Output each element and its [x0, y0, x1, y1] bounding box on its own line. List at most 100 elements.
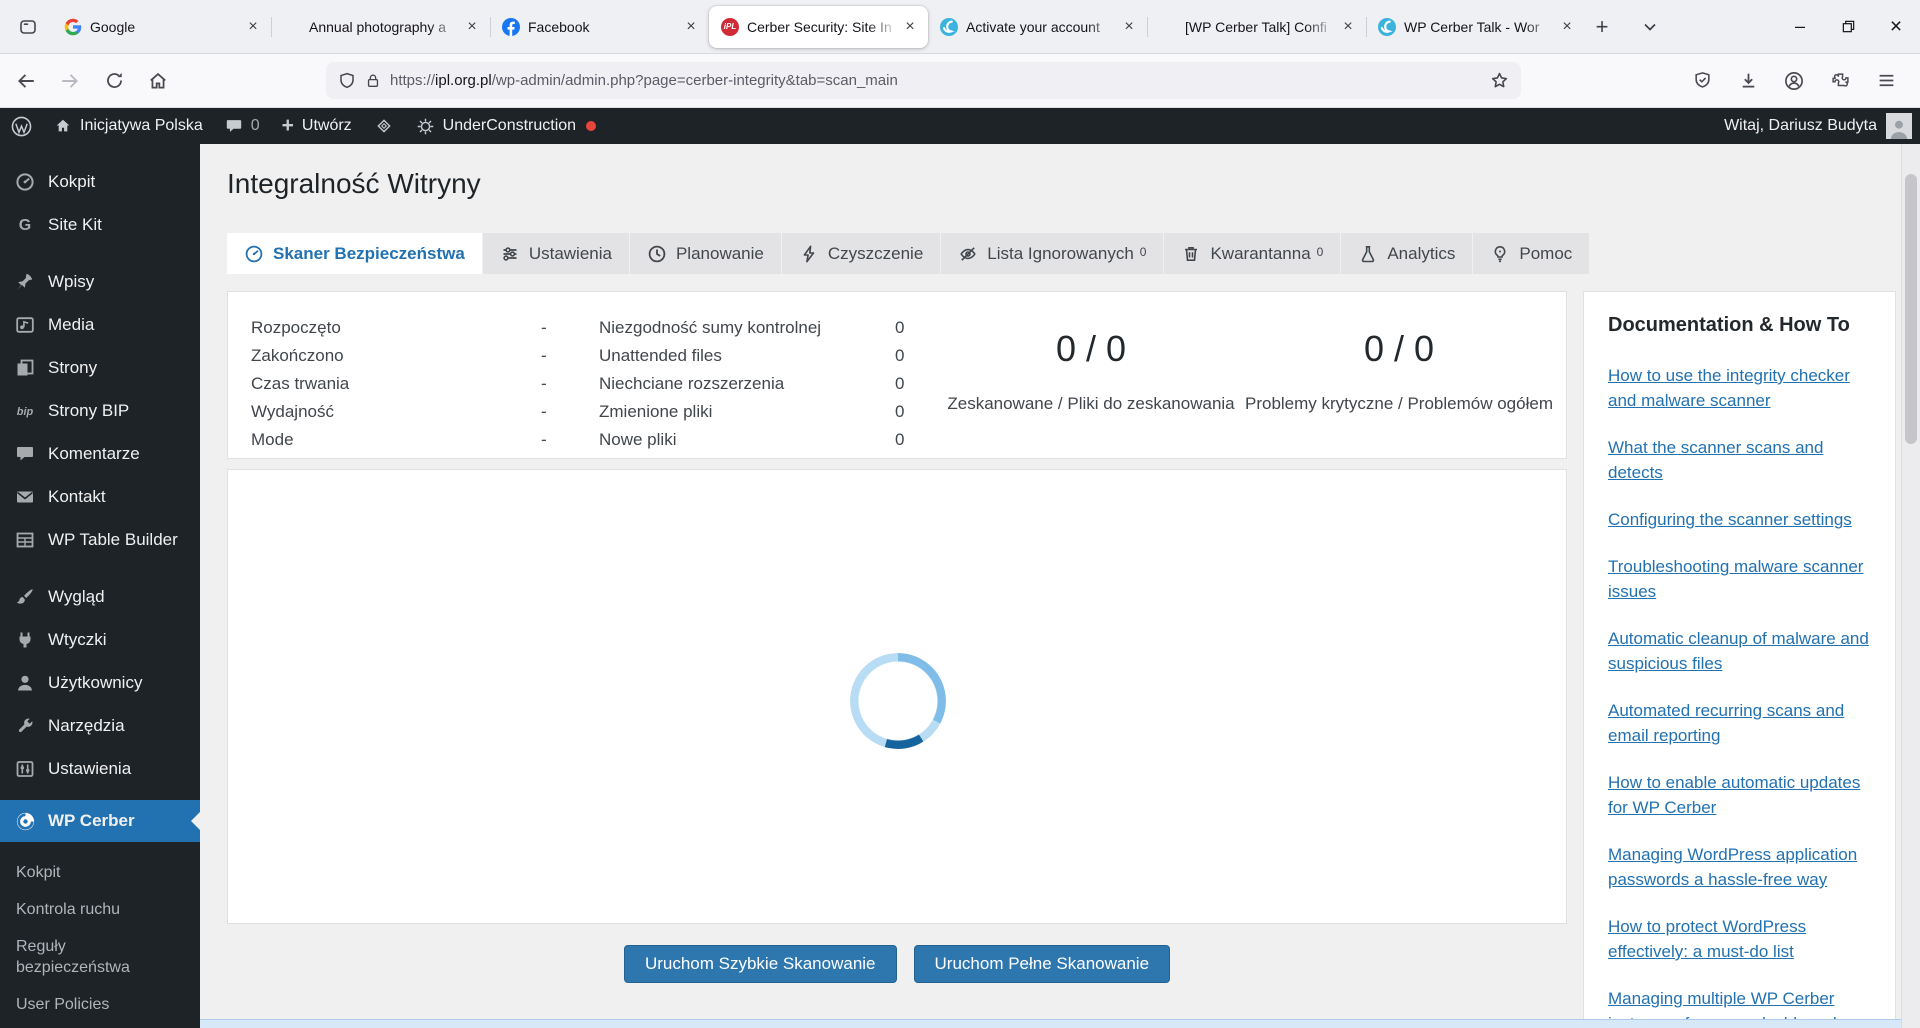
sidebar-item-kokpit[interactable]: Kokpit: [0, 160, 200, 203]
cerber-submenu-kokpit[interactable]: Kokpit: [0, 854, 200, 891]
account-icon[interactable]: [1776, 63, 1812, 99]
wp-logo-menu[interactable]: [0, 108, 43, 144]
scrollbar-thumb[interactable]: [1905, 174, 1917, 444]
tab-close-icon[interactable]: ×: [1336, 15, 1360, 39]
doc-link[interactable]: Automated recurring scans and email repo…: [1608, 698, 1871, 748]
cerber-submenu-user-policies[interactable]: User Policies: [0, 986, 200, 1023]
under-construction-menu[interactable]: UnderConstruction: [405, 108, 607, 144]
doc-link[interactable]: Automatic cleanup of malware and suspici…: [1608, 626, 1871, 676]
settings-sliders-icon: [13, 759, 37, 779]
browser-tab-google[interactable]: Google ×: [52, 6, 271, 48]
doc-link[interactable]: Troubleshooting malware scanner issues: [1608, 554, 1871, 604]
site-name: Inicjatywa Polska: [80, 117, 203, 135]
doc-link[interactable]: What the scanner scans and detects: [1608, 435, 1871, 485]
tab-planowanie[interactable]: Planowanie: [630, 233, 782, 274]
tab-skaner-bezpieczenstwa[interactable]: Skaner Bezpieczeństwa: [227, 233, 483, 274]
sidebar-item-kontakt[interactable]: Kontakt: [0, 475, 200, 518]
sidebar-item-strony-bip[interactable]: bip Strony BIP: [0, 389, 200, 432]
cerber-submenu-reguly-bezpieczenstwa[interactable]: Reguły bezpieczeństwa: [0, 928, 170, 986]
browser-tab-facebook[interactable]: Facebook ×: [490, 6, 709, 48]
sidebar-item-wpisy[interactable]: Wpisy: [0, 260, 200, 303]
lock-icon[interactable]: [365, 72, 381, 89]
sidebar-item-strony[interactable]: Strony: [0, 346, 200, 389]
sidebar-item-wp-table-builder[interactable]: WP Table Builder: [0, 518, 200, 561]
comments-menu[interactable]: 0: [214, 108, 271, 144]
url-bar[interactable]: https://ipl.org.pl/wp-admin/admin.php?pa…: [326, 62, 1521, 99]
list-all-tabs-button[interactable]: [1633, 10, 1667, 44]
reload-button[interactable]: [96, 63, 132, 99]
tab-title: Cerber Security: Site In: [747, 19, 898, 35]
tab-pomoc[interactable]: Pomoc: [1473, 233, 1589, 274]
doc-link[interactable]: Configuring the scanner settings: [1608, 507, 1871, 532]
stat-value: 0: [895, 430, 904, 450]
tab-lista-ignorowanych[interactable]: Lista Ignorowanych0: [941, 233, 1164, 274]
tab-czyszczenie[interactable]: Czyszczenie: [782, 233, 941, 274]
doc-link[interactable]: How to enable automatic updates for WP C…: [1608, 770, 1871, 820]
reload-icon: [105, 71, 124, 90]
browser-tab-cerber-security-active[interactable]: iPL Cerber Security: Site In ×: [709, 6, 928, 48]
tab-close-icon[interactable]: ×: [241, 15, 265, 39]
new-content-menu[interactable]: + Utwórz: [271, 108, 363, 144]
doc-link[interactable]: How to use the integrity checker and mal…: [1608, 363, 1871, 413]
tab-ustawienia[interactable]: Ustawienia: [483, 233, 630, 274]
doc-link[interactable]: How to protect WordPress effectively: a …: [1608, 914, 1871, 964]
tab-close-icon[interactable]: ×: [460, 15, 484, 39]
back-button[interactable]: [8, 63, 44, 99]
downloads-icon[interactable]: [1730, 63, 1766, 99]
sidebar-item-ustawienia[interactable]: Ustawienia: [0, 747, 200, 790]
menu-separator: [0, 246, 200, 260]
doc-link[interactable]: Managing WordPress application passwords…: [1608, 842, 1871, 892]
tab-analytics[interactable]: Analytics: [1341, 233, 1473, 274]
tab-title: Annual photography a: [309, 19, 460, 35]
stat-label: Unattended files: [599, 346, 722, 366]
sidebar-item-uzytkownicy[interactable]: Użytkownicy: [0, 661, 200, 704]
menu-hamburger-icon[interactable]: [1868, 63, 1904, 99]
browser-tab-activate-account[interactable]: Activate your account ×: [928, 6, 1147, 48]
url-protocol: https://: [390, 72, 435, 89]
gear-icon: [416, 117, 435, 136]
url-text[interactable]: https://ipl.org.pl/wp-admin/admin.php?pa…: [390, 72, 1490, 89]
bookmark-star-icon[interactable]: [1490, 71, 1509, 90]
sidebar-item-site-kit[interactable]: G Site Kit: [0, 203, 200, 246]
tab-badge: 0: [1317, 245, 1324, 259]
tracking-protection-shield-icon[interactable]: [338, 72, 356, 90]
forward-button[interactable]: [52, 63, 88, 99]
site-name-menu[interactable]: Inicjatywa Polska: [43, 108, 214, 144]
page-scrollbar[interactable]: [1901, 144, 1920, 1028]
tab-kwarantanna[interactable]: Kwarantanna0: [1164, 233, 1341, 274]
sidebar-item-wp-cerber[interactable]: WP Cerber: [0, 800, 200, 842]
browser-tab-wp-cerber-talk-mail[interactable]: [WP Cerber Talk] Confi ×: [1147, 6, 1366, 48]
privacy-shield-icon[interactable]: [1684, 63, 1720, 99]
home-button[interactable]: [140, 63, 176, 99]
url-domain: ipl.org.pl: [435, 72, 492, 89]
sidebar-item-komentarze[interactable]: Komentarze: [0, 432, 200, 475]
sidebar-item-label: Kokpit: [48, 172, 95, 192]
sidebar-item-wtyczki[interactable]: Wtyczki: [0, 618, 200, 661]
url-path: /wp-admin/admin.php?page=cerber-integrit…: [492, 72, 898, 89]
plus-icon: +: [282, 118, 294, 134]
window-restore-button[interactable]: [1824, 0, 1872, 53]
sidebar-item-narzedzia[interactable]: Narzędzia: [0, 704, 200, 747]
browser-tab-wp-cerber-talk[interactable]: WP Cerber Talk - Wor ×: [1366, 6, 1585, 48]
new-tab-button[interactable]: +: [1585, 10, 1619, 44]
new-content-label: Utwórz: [302, 117, 352, 135]
cerber-submenu-kontrola-ruchu[interactable]: Kontrola ruchu: [0, 891, 200, 928]
window-minimize-button[interactable]: –: [1776, 0, 1824, 53]
extensions-puzzle-icon[interactable]: [1822, 63, 1858, 99]
tab-close-icon[interactable]: ×: [1117, 15, 1141, 39]
seo-diamond-menu[interactable]: [363, 108, 405, 144]
firefox-view-button[interactable]: [10, 9, 46, 45]
tab-close-icon[interactable]: ×: [898, 15, 922, 39]
window-close-button[interactable]: ×: [1872, 0, 1920, 53]
sidebar-item-wyglad[interactable]: Wygląd: [0, 575, 200, 618]
quick-scan-button[interactable]: Uruchom Szybkie Skanowanie: [624, 945, 897, 983]
sidebar-item-label: Wtyczki: [48, 630, 107, 650]
tab-close-icon[interactable]: ×: [1555, 15, 1579, 39]
tab-close-icon[interactable]: ×: [679, 15, 703, 39]
browser-tab-annual-photography[interactable]: Annual photography a ×: [271, 6, 490, 48]
avatar: [1886, 113, 1912, 139]
sidebar-item-media[interactable]: Media: [0, 303, 200, 346]
admin-bar-account[interactable]: Witaj, Dariusz Budyta: [1724, 113, 1920, 139]
loading-spinner: [850, 653, 946, 749]
full-scan-button[interactable]: Uruchom Pełne Skanowanie: [914, 945, 1171, 983]
